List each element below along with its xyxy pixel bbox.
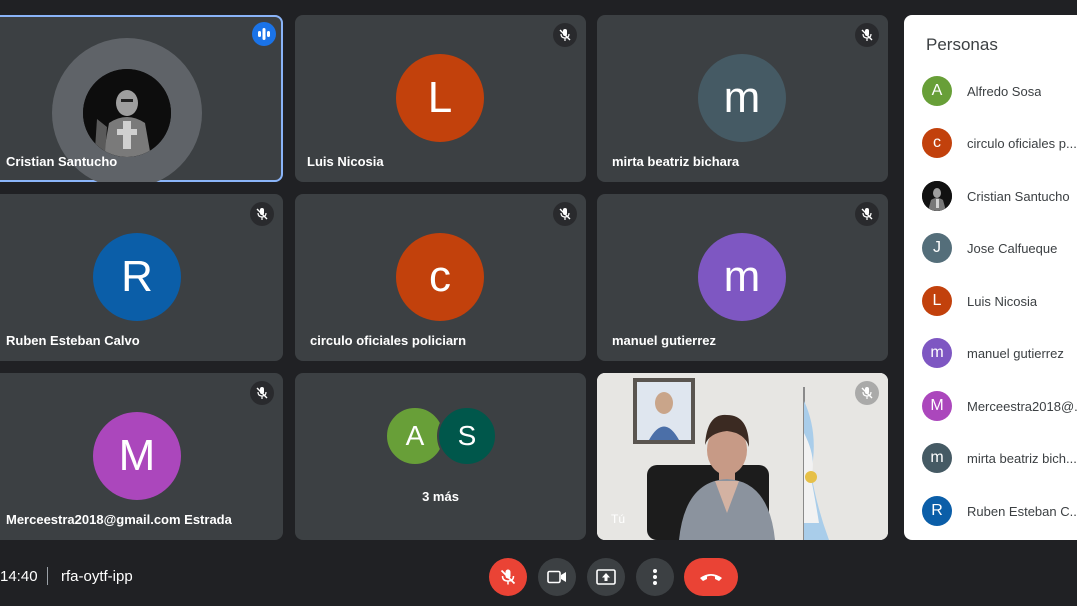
participant-tile-mirta-beatriz-bichara[interactable]: m mirta beatriz bichara (597, 15, 888, 182)
mic-off-icon (553, 23, 577, 47)
participant-tile-circulo-oficiales[interactable]: c circulo oficiales policiarn (295, 194, 586, 361)
avatar: M (922, 391, 952, 421)
person-item[interactable]: J Jose Calfueque (922, 232, 1077, 264)
participant-tile-manuel-gutierrez[interactable]: m manuel gutierrez (597, 194, 888, 361)
avatar: m (698, 54, 786, 142)
mic-off-icon (855, 23, 879, 47)
more-participants-label: 3 más (422, 489, 459, 504)
avatar: J (922, 233, 952, 263)
end-call-button[interactable] (684, 558, 738, 596)
avatar (922, 181, 952, 211)
participant-name: mirta beatriz bichara (612, 154, 740, 169)
people-panel: Personas A Alfredo Sosa c circulo oficia… (904, 15, 1077, 540)
divider (47, 567, 48, 585)
participant-tile-cristian-santucho[interactable]: Cristian Santucho (0, 15, 283, 182)
person-item[interactable]: m manuel gutierrez (922, 337, 1077, 369)
participant-name: Ruben Esteban Calvo (6, 333, 140, 348)
control-bar: 14:40 rfa-oytf-ipp (0, 546, 1077, 606)
person-name: Cristian Santucho (967, 188, 1070, 204)
camera-toggle-button[interactable] (538, 558, 576, 596)
avatar: m (922, 443, 952, 473)
mic-off-icon (250, 202, 274, 226)
self-video-tile[interactable]: Tú (597, 373, 888, 540)
person-name: Merceestra2018@... (967, 398, 1077, 414)
avatar: A (385, 406, 445, 466)
mic-off-icon (855, 381, 879, 405)
mic-off-icon (855, 202, 879, 226)
videocam-icon (547, 570, 566, 584)
participant-tile-luis-nicosia[interactable]: L Luis Nicosia (295, 15, 586, 182)
person-item[interactable]: c circulo oficiales p... (922, 127, 1077, 159)
avatar: m (922, 338, 952, 368)
participant-tile-merceestra[interactable]: M Merceestra2018@gmail.com Estrada (0, 373, 283, 540)
more-vert-icon (653, 569, 657, 585)
avatar: R (922, 496, 952, 526)
person-name: mirta beatriz bich... (967, 450, 1077, 466)
mic-off-icon (250, 381, 274, 405)
person-name: manuel gutierrez (967, 345, 1064, 361)
self-label: Tú (611, 512, 626, 526)
participant-name: circulo oficiales policiarn (310, 333, 467, 348)
meeting-code: rfa-oytf-ipp (61, 568, 133, 585)
participant-name: manuel gutierrez (612, 333, 717, 348)
panel-title: Personas (926, 35, 998, 54)
person-name: Ruben Esteban C... (967, 503, 1077, 519)
avatar: M (93, 412, 181, 500)
more-options-button[interactable] (636, 558, 674, 596)
participant-name: Cristian Santucho (6, 154, 118, 169)
person-item[interactable]: A Alfredo Sosa (922, 75, 1077, 107)
more-participants-tile[interactable]: A S 3 más (295, 373, 586, 540)
participant-name: Luis Nicosia (307, 154, 384, 169)
meeting-time: 14:40 (0, 568, 38, 585)
present-screen-button[interactable] (587, 558, 625, 596)
mic-toggle-button[interactable] (489, 558, 527, 596)
avatar: c (922, 128, 952, 158)
avatar: S (437, 406, 497, 466)
person-item[interactable]: R Ruben Esteban C... (922, 495, 1077, 527)
avatar: A (922, 76, 952, 106)
avatar: m (698, 233, 786, 321)
person-item[interactable]: m mirta beatriz bich... (922, 442, 1077, 474)
mic-off-icon (553, 202, 577, 226)
present-screen-icon (596, 569, 616, 585)
self-video-feed (597, 373, 888, 540)
avatar: c (396, 233, 484, 321)
mic-off-icon (500, 569, 516, 585)
person-name: Jose Calfueque (967, 240, 1058, 256)
person-name: circulo oficiales p... (967, 135, 1077, 151)
participant-name: Merceestra2018@gmail.com Estrada (6, 512, 232, 527)
participant-tile-ruben-esteban-calvo[interactable]: R Ruben Esteban Calvo (0, 194, 283, 361)
person-name: Alfredo Sosa (967, 83, 1042, 99)
person-item[interactable]: L Luis Nicosia (922, 285, 1077, 317)
call-end-icon (700, 574, 722, 581)
person-name: Luis Nicosia (967, 293, 1038, 309)
avatar: L (396, 54, 484, 142)
avatar: R (93, 233, 181, 321)
person-item[interactable]: Cristian Santucho (922, 180, 1077, 212)
avatar: L (922, 286, 952, 316)
speaking-indicator-icon (252, 22, 276, 46)
avatar (83, 69, 171, 157)
person-item[interactable]: M Merceestra2018@... (922, 390, 1077, 422)
